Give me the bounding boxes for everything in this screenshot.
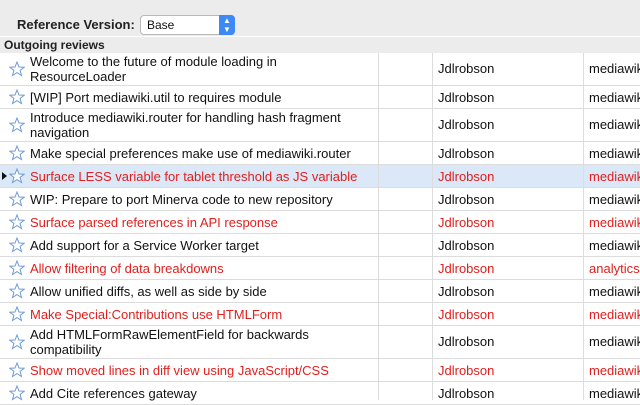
review-project: mediawiki xyxy=(589,386,640,401)
review-owner: Jdlrobson xyxy=(438,90,495,105)
review-owner: Jdlrobson xyxy=(438,363,495,378)
column-divider xyxy=(432,53,433,400)
table-row[interactable]: Make Special:Contributions use HTMLForm J… xyxy=(0,303,640,326)
review-title: Add support for a Service Worker target xyxy=(30,238,259,253)
review-project: mediawiki xyxy=(589,146,640,161)
review-title: Add HTMLFormRawElementField for backward… xyxy=(30,327,309,357)
review-project: mediawiki xyxy=(589,61,640,76)
review-title: Introduce mediawiki.router for handling … xyxy=(30,110,341,140)
table-row[interactable]: Add Cite references gateway Jdlrobson medi… xyxy=(0,382,640,405)
star-icon[interactable] xyxy=(8,333,26,350)
star-icon[interactable] xyxy=(8,60,26,77)
review-title: Allow unified diffs, as well as side by … xyxy=(30,284,267,299)
reference-version-select[interactable]: Base ▲ ▼ xyxy=(140,15,235,35)
review-project: mediawiki xyxy=(589,117,640,132)
table-row[interactable]: Add HTMLFormRawElementField for backward… xyxy=(0,326,640,359)
review-project: mediawiki xyxy=(589,238,640,253)
review-owner: Jdlrobson xyxy=(438,215,495,230)
review-project: mediawiki xyxy=(589,284,640,299)
star-icon[interactable] xyxy=(8,167,26,184)
review-project: mediawiki xyxy=(589,90,640,105)
toolbar: Reference Version: Base ▲ ▼ xyxy=(0,0,640,36)
review-owner: Jdlrobson xyxy=(438,334,495,349)
review-project: mediawiki xyxy=(589,307,640,322)
table-row[interactable]: Make special preferences make use of med… xyxy=(0,142,640,165)
star-icon[interactable] xyxy=(8,259,26,276)
review-title: WIP: Prepare to port Minerva code to new… xyxy=(30,192,333,207)
table-row[interactable]: Allow unified diffs, as well as side by … xyxy=(0,280,640,303)
review-owner: Jdlrobson xyxy=(438,192,495,207)
review-owner: Jdlrobson xyxy=(438,386,495,401)
review-owner: Jdlrobson xyxy=(438,284,495,299)
star-icon[interactable] xyxy=(8,305,26,322)
table-row[interactable]: Allow filtering of data breakdowns Jdlrob… xyxy=(0,257,640,280)
star-icon[interactable] xyxy=(8,190,26,207)
star-icon[interactable] xyxy=(8,144,26,161)
review-title: Show moved lines in diff view using Java… xyxy=(30,363,329,378)
review-project: mediawiki xyxy=(589,334,640,349)
table-row[interactable]: Introduce mediawiki.router for handling … xyxy=(0,109,640,142)
review-title: Welcome to the future of module loading … xyxy=(30,54,277,84)
star-icon[interactable] xyxy=(8,88,26,105)
review-title: [WIP] Port mediawiki.util to requires mo… xyxy=(30,90,282,105)
reviews-table: Welcome to the future of module loading … xyxy=(0,53,640,405)
review-project: mediawiki xyxy=(589,363,640,378)
star-icon[interactable] xyxy=(8,282,26,299)
review-title: Surface parsed references in API respons… xyxy=(30,215,278,230)
review-owner: Jdlrobson xyxy=(438,307,495,322)
review-project: analytics xyxy=(589,261,640,276)
star-icon[interactable] xyxy=(8,384,26,401)
review-owner: Jdlrobson xyxy=(438,238,495,253)
review-project: mediawiki xyxy=(589,192,640,207)
table-row[interactable]: Welcome to the future of module loading … xyxy=(0,53,640,86)
table-row[interactable]: Show moved lines in diff view using Java… xyxy=(0,359,640,382)
reference-version-value: Base xyxy=(147,18,175,32)
star-icon[interactable] xyxy=(8,236,26,253)
review-title: Surface LESS variable for tablet thresho… xyxy=(30,169,358,184)
review-title: Make special preferences make use of med… xyxy=(30,146,351,161)
section-header-outgoing-reviews: Outgoing reviews xyxy=(0,37,640,53)
star-icon[interactable] xyxy=(8,361,26,378)
table-row[interactable]: Add support for a Service Worker target J… xyxy=(0,234,640,257)
review-project: mediawiki xyxy=(589,169,640,184)
table-row[interactable]: WIP: Prepare to port Minerva code to new… xyxy=(0,188,640,211)
star-icon[interactable] xyxy=(8,213,26,230)
row-pointer-icon xyxy=(2,172,7,180)
review-title: Allow filtering of data breakdowns xyxy=(30,261,224,276)
review-owner: Jdlrobson xyxy=(438,261,495,276)
review-title: Add Cite references gateway xyxy=(30,386,197,401)
review-owner: Jdlrobson xyxy=(438,61,495,76)
table-row[interactable]: Surface LESS variable for tablet thresho… xyxy=(0,165,640,188)
table-row[interactable]: Surface parsed references in API respons… xyxy=(0,211,640,234)
review-title: Make Special:Contributions use HTMLForm xyxy=(30,307,283,322)
reference-version-label: Reference Version: xyxy=(17,17,135,32)
table-row[interactable]: [WIP] Port mediawiki.util to requires mo… xyxy=(0,86,640,109)
star-icon[interactable] xyxy=(8,116,26,133)
review-owner: Jdlrobson xyxy=(438,169,495,184)
review-owner: Jdlrobson xyxy=(438,117,495,132)
column-divider xyxy=(378,53,379,400)
select-arrows-icon: ▲ ▼ xyxy=(219,15,235,35)
review-owner: Jdlrobson xyxy=(438,146,495,161)
review-project: mediawiki xyxy=(589,215,640,230)
column-divider xyxy=(583,53,584,400)
